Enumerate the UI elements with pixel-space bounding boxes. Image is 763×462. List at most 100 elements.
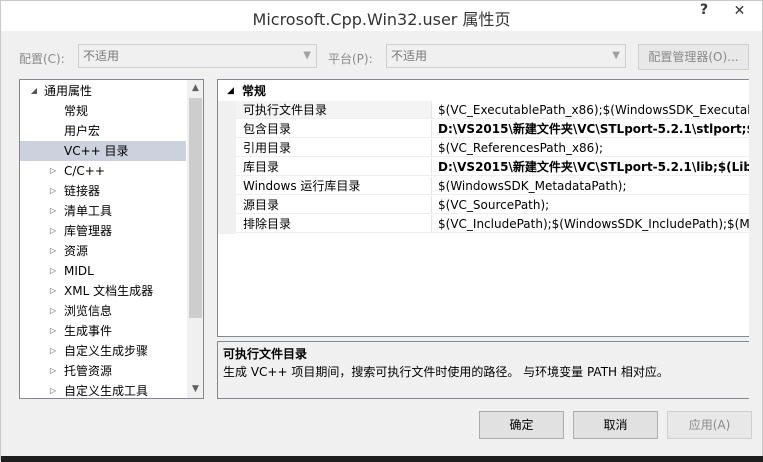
collapse-icon[interactable]: ◢ <box>227 82 234 101</box>
expand-icon[interactable]: ◢ <box>29 81 39 101</box>
property-value[interactable]: D:\VS2015\新建文件夹\VC\STLport-5.2.1\stlport… <box>432 120 749 138</box>
description-title: 可执行文件目录 <box>223 347 308 361</box>
tree-item-label: 自定义生成工具 <box>64 384 149 398</box>
tree-item[interactable]: ◢ 通用属性 <box>20 81 186 101</box>
property-row[interactable]: 引用目录 $(VC_ReferencesPath_x86); <box>218 139 749 158</box>
tree-item-label: 库管理器 <box>64 224 113 238</box>
tree-item-label: 链接器 <box>64 184 101 198</box>
description-text: 生成 VC++ 项目期间，搜索可执行文件时使用的路径。 与环境变量 PATH 相… <box>223 365 669 379</box>
tree-item[interactable]: ▷ XML 文档生成器 <box>20 281 186 301</box>
property-name: 引用目录 <box>236 139 432 157</box>
tree-item[interactable]: ▷ 自定义生成步骤 <box>20 341 186 361</box>
tree-item[interactable]: ▷ MIDL <box>20 261 186 281</box>
tree-item-label: 用户宏 <box>64 124 101 138</box>
tree-item-label: 清单工具 <box>64 204 113 218</box>
description-panel: 可执行文件目录 生成 VC++ 项目期间，搜索可执行文件时使用的路径。 与环境变… <box>217 341 749 399</box>
tree-item-label: VC++ 目录 <box>64 144 129 158</box>
tree-item[interactable]: ▷ 自定义生成工具 <box>20 381 186 398</box>
config-select[interactable]: 不适用 ▼ <box>78 44 317 68</box>
expand-icon[interactable]: ▷ <box>48 221 58 241</box>
expand-icon[interactable]: ▷ <box>48 381 58 398</box>
tree-item-label: 资源 <box>64 244 89 258</box>
property-value[interactable]: $(VC_IncludePath);$(WindowsSDK_IncludePa… <box>432 215 749 233</box>
apply-button[interactable]: 应用(A) <box>667 411 752 439</box>
expand-icon[interactable]: ▷ <box>48 261 58 281</box>
row-gutter <box>218 177 236 196</box>
property-row[interactable]: 包含目录 D:\VS2015\新建文件夹\VC\STLport-5.2.1\stl… <box>218 120 749 139</box>
row-gutter <box>218 215 236 234</box>
tree-item-label: MIDL <box>64 264 94 278</box>
tree-item[interactable]: VC++ 目录 <box>20 141 186 161</box>
row-gutter <box>218 196 236 215</box>
cancel-button[interactable]: 取消 <box>573 411 658 439</box>
platform-select-value: 不适用 <box>391 49 428 63</box>
tree-item[interactable]: ▷ 链接器 <box>20 181 186 201</box>
tree-item[interactable]: 常规 <box>20 101 186 121</box>
close-icon[interactable]: ✕ <box>717 1 762 21</box>
tree-item-label: XML 文档生成器 <box>64 284 154 298</box>
tree-item-label: 通用属性 <box>44 84 93 98</box>
property-section-header[interactable]: ◢ 常规 <box>218 82 749 101</box>
property-name: 排除目录 <box>236 215 432 233</box>
tree-item[interactable]: ▷ 托管资源 <box>20 361 186 381</box>
property-row[interactable]: 库目录 D:\VS2015\新建文件夹\VC\STLport-5.2.1\lib;… <box>218 158 749 177</box>
tree-item[interactable]: ▷ 库管理器 <box>20 221 186 241</box>
property-grid: ◢ 常规 可执行文件目录 $(VC_ExecutablePath_x86);$(W… <box>217 79 749 337</box>
property-name: Windows 运行库目录 <box>236 177 432 195</box>
ok-button[interactable]: 确定 <box>479 411 564 439</box>
tree-scrollbar[interactable]: ▲ ▼ <box>187 80 203 398</box>
expand-icon[interactable]: ▷ <box>48 281 58 301</box>
platform-label: 平台(P): <box>328 52 373 66</box>
title-bar: Microsoft.Cpp.Win32.user 属性页 ? ✕ <box>1 1 762 31</box>
expand-icon[interactable]: ▷ <box>48 181 58 201</box>
property-value[interactable]: $(VC_SourcePath); <box>432 196 749 214</box>
scroll-down-icon[interactable]: ▼ <box>187 381 203 398</box>
config-select-value: 不适用 <box>83 49 120 63</box>
tree-item[interactable]: ▷ 资源 <box>20 241 186 261</box>
tree-item-label: 浏览信息 <box>64 304 113 318</box>
scroll-thumb[interactable] <box>189 98 202 318</box>
row-gutter <box>218 139 236 158</box>
row-gutter <box>218 120 236 139</box>
config-manager-button[interactable]: 配置管理器(O)... <box>638 44 749 70</box>
expand-icon[interactable]: ▷ <box>48 341 58 361</box>
tree-item[interactable]: ▷ C/C++ <box>20 161 186 181</box>
row-gutter <box>218 158 236 177</box>
expand-icon[interactable]: ▷ <box>48 201 58 221</box>
expand-icon[interactable]: ▷ <box>48 301 58 321</box>
tree-item[interactable]: ▷ 浏览信息 <box>20 301 186 321</box>
chevron-down-icon: ▼ <box>303 50 311 61</box>
tree-item-label: 托管资源 <box>64 364 113 378</box>
tree-item[interactable]: ▷ 清单工具 <box>20 201 186 221</box>
scroll-up-icon[interactable]: ▲ <box>187 80 203 97</box>
property-pages-dialog: Microsoft.Cpp.Win32.user 属性页 ? ✕ 配置(C): … <box>0 0 763 462</box>
property-value[interactable]: $(WindowsSDK_MetadataPath); <box>432 177 749 195</box>
property-tree: ◢ 通用属性常规用户宏 VC++ 目录 ▷ C/C++ ▷ 链接器 ▷ 清单工具 ▷ 库管理器 ▷ 资源… <box>19 79 204 399</box>
property-name: 源目录 <box>236 196 432 214</box>
property-row[interactable]: 源目录 $(VC_SourcePath); <box>218 196 749 215</box>
property-name: 库目录 <box>236 158 432 176</box>
property-row[interactable]: 可执行文件目录 $(VC_ExecutablePath_x86);$(Window… <box>218 101 749 120</box>
tree-item-label: 生成事件 <box>64 324 113 338</box>
property-row[interactable]: Windows 运行库目录 $(WindowsSDK_MetadataPath); <box>218 177 749 196</box>
property-value[interactable]: D:\VS2015\新建文件夹\VC\STLport-5.2.1\lib;$(L… <box>432 158 749 176</box>
property-value[interactable]: $(VC_ReferencesPath_x86); <box>432 139 749 157</box>
tree-item[interactable]: 用户宏 <box>20 121 186 141</box>
tree-item[interactable]: ▷ 生成事件 <box>20 321 186 341</box>
platform-select[interactable]: 不适用 ▼ <box>386 44 626 68</box>
expand-icon[interactable]: ▷ <box>48 161 58 181</box>
tree-item-label: C/C++ <box>64 164 105 178</box>
property-row[interactable]: 排除目录 $(VC_IncludePath);$(WindowsSDK_Inclu… <box>218 215 749 234</box>
property-name: 包含目录 <box>236 120 432 138</box>
property-value[interactable]: $(VC_ExecutablePath_x86);$(WindowsSDK_Ex… <box>432 101 749 119</box>
row-gutter <box>218 101 236 120</box>
property-name: 可执行文件目录 <box>236 101 432 119</box>
expand-icon[interactable]: ▷ <box>48 321 58 341</box>
window-title: Microsoft.Cpp.Win32.user 属性页 <box>252 10 511 29</box>
help-button[interactable]: ? <box>700 2 708 18</box>
expand-icon[interactable]: ▷ <box>48 241 58 261</box>
section-title: 常规 <box>242 84 267 98</box>
tree-item-label: 自定义生成步骤 <box>64 344 149 358</box>
expand-icon[interactable]: ▷ <box>48 361 58 381</box>
config-label: 配置(C): <box>19 52 65 66</box>
